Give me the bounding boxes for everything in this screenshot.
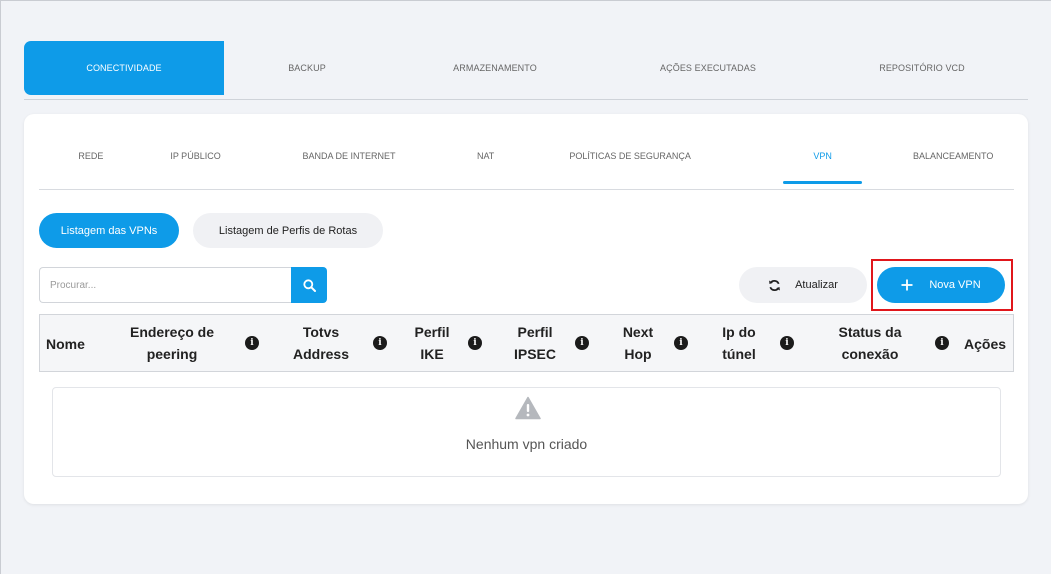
search-input[interactable] [39, 267, 291, 303]
search-icon [302, 278, 316, 292]
refresh-button[interactable]: Atualizar [739, 267, 867, 303]
column-perfil-ike[interactable]: Perfil IKE [407, 321, 457, 365]
tab-vpn[interactable]: VPN [782, 134, 863, 184]
info-icon[interactable]: i [373, 336, 387, 350]
tab-nat[interactable]: NAT [450, 134, 522, 178]
info-icon[interactable]: i [935, 336, 949, 350]
table-header: Nome Endereço de peering i Totvs Address i… [39, 314, 1014, 372]
column-ip-tunel[interactable]: Ip do túnel [714, 321, 764, 365]
list-vpns-button[interactable]: Listagem das VPNs [39, 213, 179, 248]
warning-icon [515, 396, 541, 420]
list-route-profiles-button[interactable]: Listagem de Perfis de Rotas [193, 213, 383, 248]
search-bar [39, 267, 327, 303]
new-vpn-button[interactable]: Nova VPN [877, 267, 1005, 303]
column-acoes: Ações [964, 336, 1007, 352]
search-button[interactable] [291, 267, 327, 303]
tab-conectividade[interactable]: CONECTIVIDADE [24, 41, 224, 95]
column-perfil-ipsec[interactable]: Perfil IPSEC [510, 321, 560, 365]
empty-state: Nenhum vpn criado [52, 387, 1001, 477]
tab-ip-publico[interactable]: IP PÚBLICO [143, 134, 249, 178]
column-status-conexao[interactable]: Status da conexão [828, 321, 912, 365]
tab-rede[interactable]: REDE [39, 134, 143, 178]
column-next-hop[interactable]: Next Hop [616, 321, 660, 365]
content-card: REDE IP PÚBLICO BANDA DE INTERNET NAT PO… [24, 114, 1028, 504]
sub-tabs: REDE IP PÚBLICO BANDA DE INTERNET NAT PO… [39, 134, 1014, 190]
tab-politicas-seguranca[interactable]: POLÍTICAS DE SEGURANÇA [535, 134, 724, 178]
column-nome[interactable]: Nome [46, 333, 85, 355]
info-icon[interactable]: i [575, 336, 589, 350]
column-endereco-peering[interactable]: Endereço de peering [128, 321, 216, 365]
top-tabs-divider [24, 99, 1028, 100]
tab-armazenamento[interactable]: ARMAZENAMENTO [390, 41, 600, 95]
empty-message: Nenhum vpn criado [465, 436, 588, 452]
info-icon[interactable]: i [468, 336, 482, 350]
info-icon[interactable]: i [245, 336, 259, 350]
tab-banda-internet[interactable]: BANDA DE INTERNET [248, 134, 449, 178]
plus-icon [901, 279, 913, 291]
tab-backup[interactable]: BACKUP [224, 41, 390, 95]
info-icon[interactable]: i [780, 336, 794, 350]
new-vpn-label: Nova VPN [929, 279, 981, 291]
top-tabs: CONECTIVIDADE BACKUP ARMAZENAMENTO AÇÕES… [24, 41, 1028, 95]
tab-acoes-executadas[interactable]: AÇÕES EXECUTADAS [600, 41, 816, 95]
refresh-label: Atualizar [795, 279, 838, 291]
tab-repositorio-vcd[interactable]: REPOSITÓRIO VCD [816, 41, 1028, 95]
info-icon[interactable]: i [674, 336, 688, 350]
tab-balanceamento[interactable]: BALANCEAMENTO [892, 134, 1014, 178]
column-totvs-address[interactable]: Totvs Address [286, 321, 356, 365]
refresh-icon [769, 279, 780, 291]
